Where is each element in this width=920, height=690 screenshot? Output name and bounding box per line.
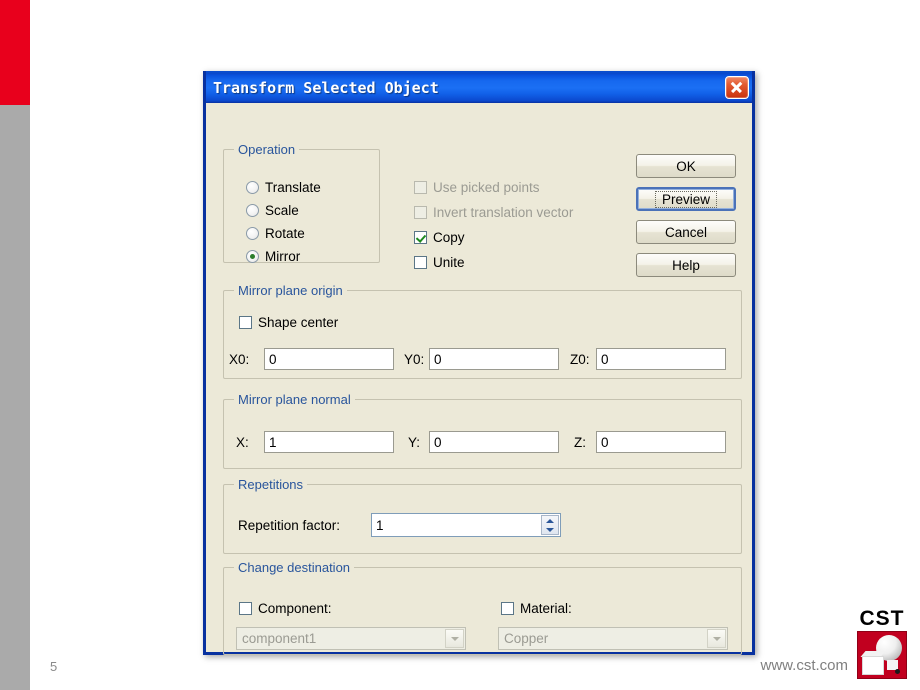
checkbox-icon [239,602,252,615]
checkbox-unite[interactable]: Unite [414,255,465,270]
checkbox-use-picked-points: Use picked points [414,180,540,195]
cancel-button-label: Cancel [664,224,708,240]
dropdown-material-value: Copper [504,631,549,646]
input-y[interactable]: 0 [429,431,559,453]
dropdown-material: Copper [498,627,728,650]
close-icon[interactable] [725,76,749,99]
label-z: Z: [574,435,586,450]
cancel-button[interactable]: Cancel [636,220,736,244]
group-mirror-plane-origin-title: Mirror plane origin [234,283,347,298]
checkbox-invert-translation-vector-label: Invert translation vector [433,205,574,220]
cube-face-icon [862,656,884,675]
group-change-destination-title: Change destination [234,560,355,575]
input-z0[interactable]: 0 [596,348,726,370]
dropdown-component-value: component1 [242,631,317,646]
checkbox-icon [414,206,427,219]
checkbox-shape-center-label: Shape center [258,315,339,330]
cst-logo-wordmark: CST [859,607,905,630]
checkbox-component-label: Component: [258,601,332,616]
preview-button-label: Preview [654,190,717,208]
repetition-factor-value: 1 [376,517,384,533]
input-z[interactable]: 0 [596,431,726,453]
chevron-down-icon [707,629,726,648]
input-x0[interactable]: 0 [264,348,394,370]
ok-button[interactable]: OK [636,154,736,178]
checkbox-material-label: Material: [520,601,572,616]
radio-scale[interactable]: Scale [246,203,299,218]
checkbox-icon [414,181,427,194]
label-y: Y: [408,435,421,450]
radio-scale-label: Scale [265,203,299,218]
checkbox-unite-label: Unite [433,255,465,270]
group-repetitions-title: Repetitions [234,477,308,492]
label-repetition-factor: Repetition factor: [238,518,341,533]
label-z0: Z0: [570,352,590,367]
checkbox-icon [414,256,427,269]
label-x: X: [236,435,249,450]
spinner-buttons[interactable] [541,515,559,535]
cst-logo-mark [857,631,907,679]
checkbox-invert-translation-vector: Invert translation vector [414,205,573,220]
input-y0[interactable]: 0 [429,348,559,370]
radio-mirror-label: Mirror [265,249,301,264]
slide-canvas: 5 www.cst.com CST Transform Selected Obj… [0,0,920,690]
transform-selected-object-dialog: Transform Selected Object Operation Tran… [203,71,755,655]
radio-selected-icon [246,250,259,263]
radio-icon [246,204,259,217]
radio-translate[interactable]: Translate [246,180,321,195]
dialog-titlebar[interactable]: Transform Selected Object [206,71,752,103]
checkbox-icon [239,316,252,329]
cst-logo: CST [852,608,912,680]
slide-accent-bar-grey [0,105,30,690]
input-repetition-factor[interactable]: 1 [371,513,561,537]
preview-button[interactable]: Preview [636,187,736,211]
dialog-title: Transform Selected Object [213,79,439,97]
group-mirror-plane-normal-title: Mirror plane normal [234,392,355,407]
checkbox-shape-center[interactable]: Shape center [239,315,338,330]
checkbox-material[interactable]: Material: [501,601,572,616]
dialog-body: Operation Translate Scale Rotate Mirror [206,103,752,655]
checkbox-copy[interactable]: Copy [414,230,465,245]
radio-translate-label: Translate [265,180,321,195]
radio-rotate-label: Rotate [265,226,305,241]
help-button[interactable]: Help [636,253,736,277]
slide-accent-bar-red [0,0,30,105]
checkbox-component[interactable]: Component: [239,601,332,616]
website-url: www.cst.com [760,657,848,674]
chevron-down-icon[interactable] [546,527,554,532]
ok-button-label: OK [676,158,696,174]
help-button-label: Help [672,257,700,273]
radio-rotate[interactable]: Rotate [246,226,305,241]
dropdown-component: component1 [236,627,466,650]
radio-icon [246,181,259,194]
dot-icon [895,669,900,674]
radio-mirror[interactable]: Mirror [246,249,300,264]
checkbox-use-picked-points-label: Use picked points [433,180,540,195]
label-y0: Y0: [404,352,425,367]
checkbox-copy-label: Copy [433,230,465,245]
radio-icon [246,227,259,240]
label-x0: X0: [229,352,250,367]
group-operation-title: Operation [234,142,300,157]
checkbox-checked-icon [414,231,427,244]
input-x[interactable]: 1 [264,431,394,453]
page-number: 5 [50,659,58,674]
chevron-down-icon [445,629,464,648]
checkbox-icon [501,602,514,615]
chevron-up-icon[interactable] [546,518,554,523]
